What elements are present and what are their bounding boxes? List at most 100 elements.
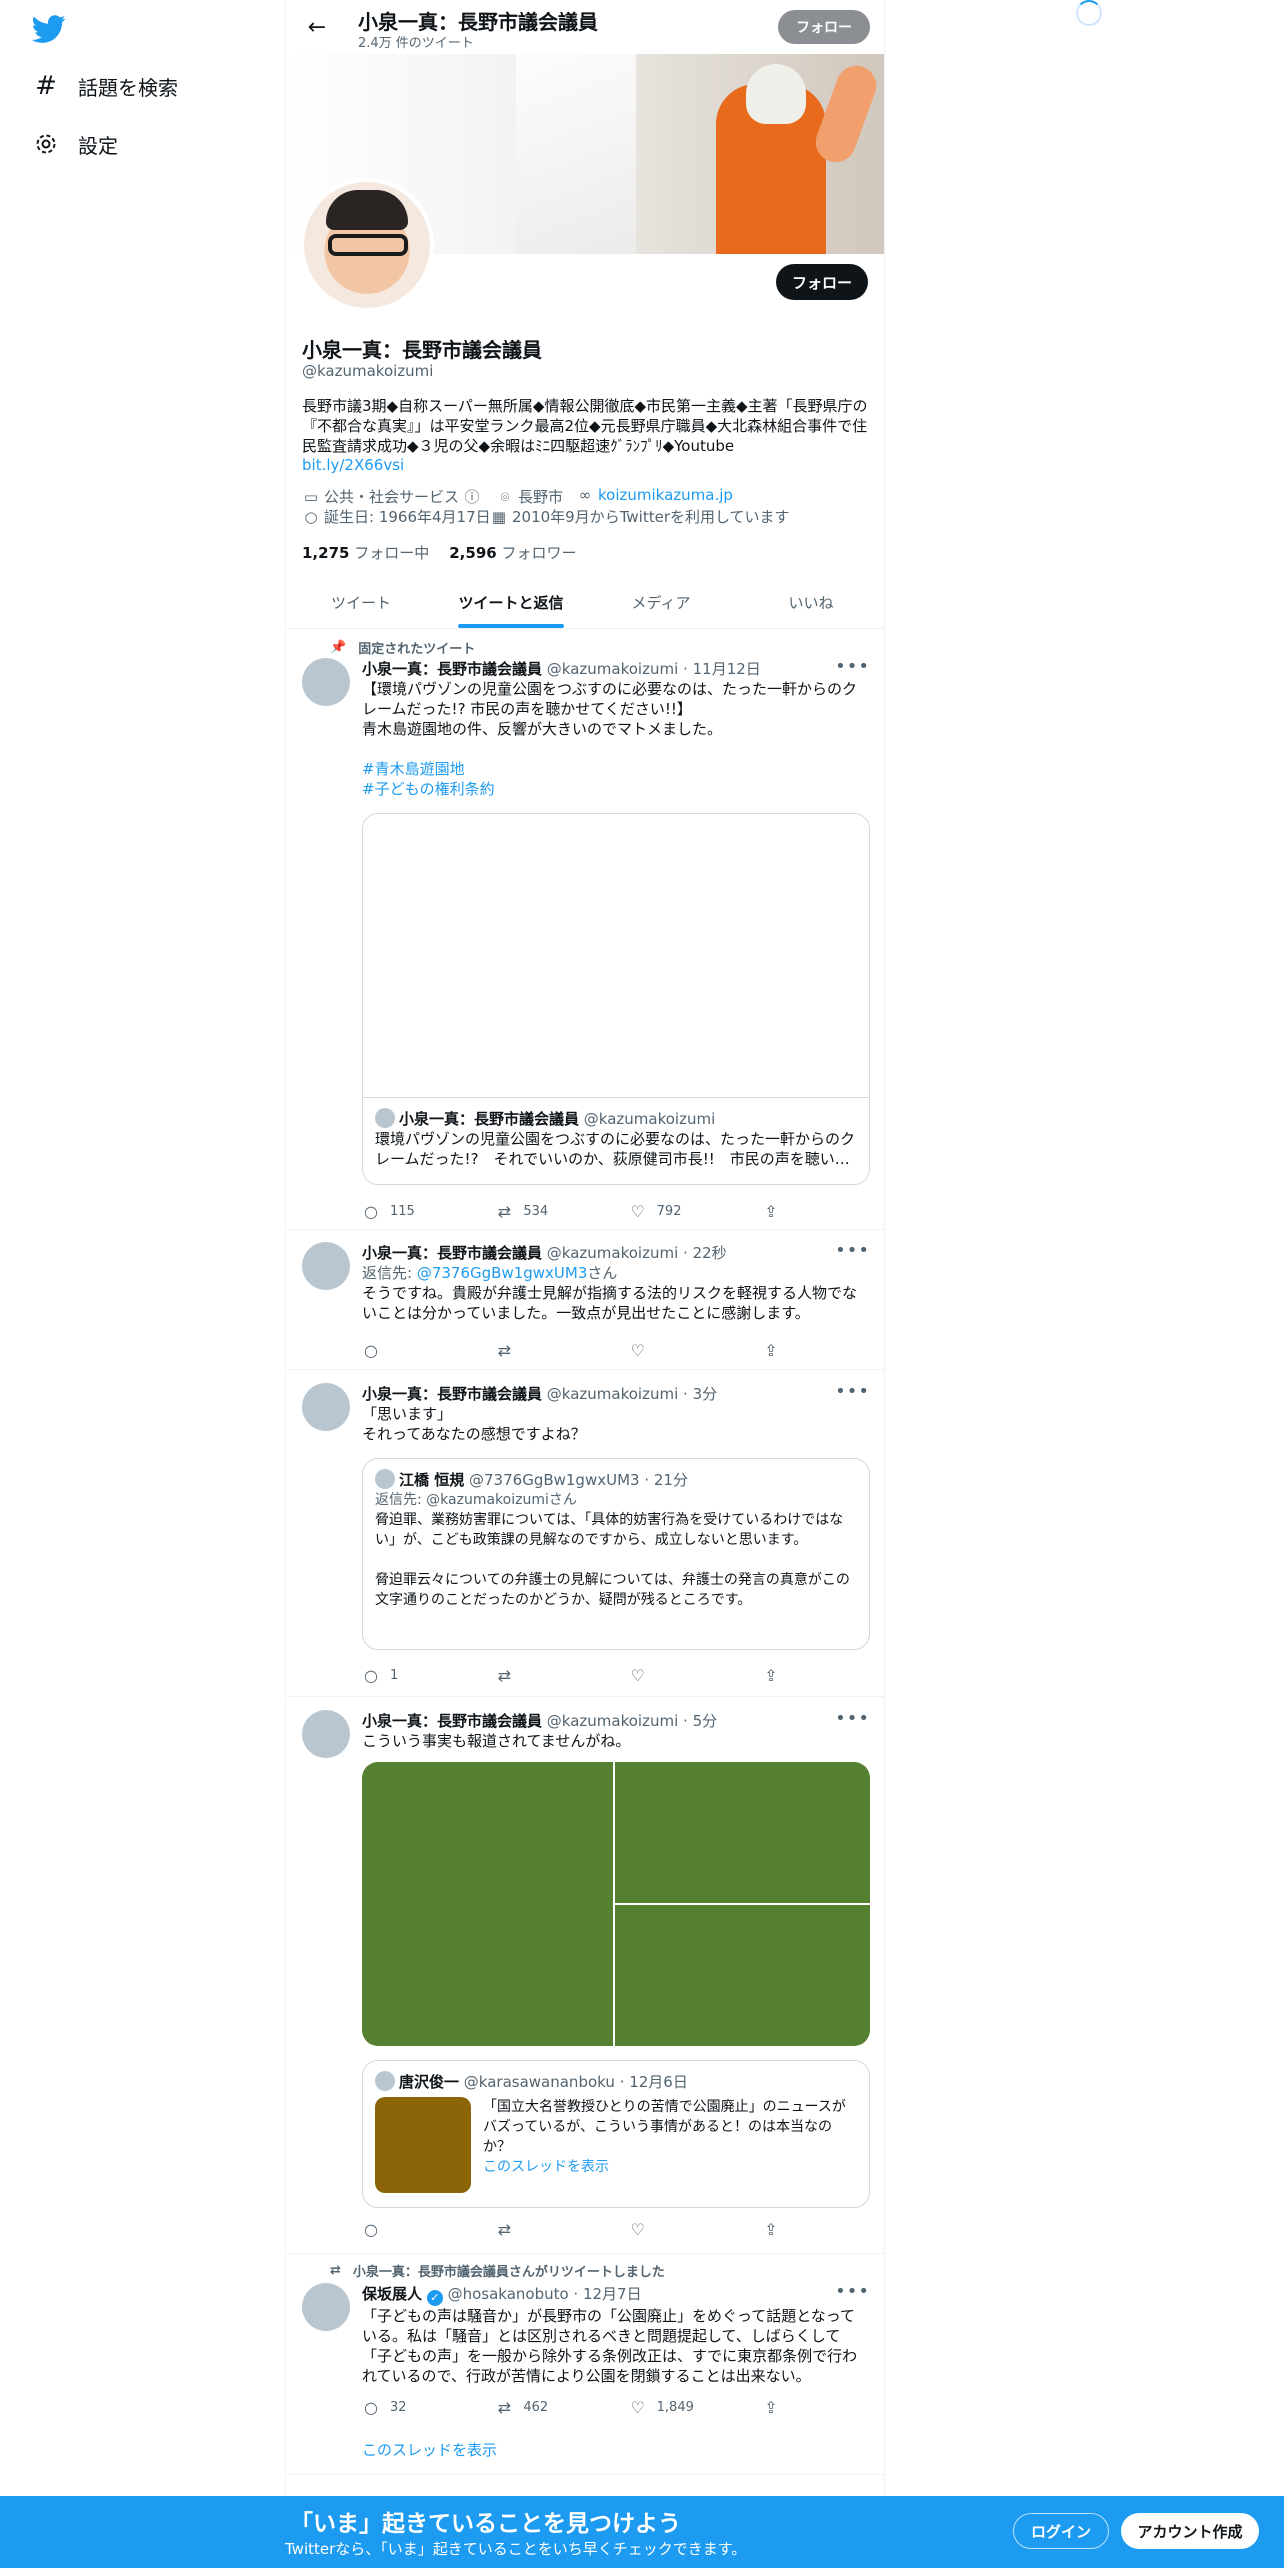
reply-to-link[interactable]: @7376GgBw1gwxUM3 (417, 1264, 588, 1282)
card-text: 環境パヴゾンの児童公園をつぶすのに必要なのは、たった一軒からのクレームだった!?… (375, 1130, 856, 1168)
reply-button[interactable]: ○ 1 (362, 1665, 462, 1685)
quoted-tweet[interactable]: 江橋 恒規 @7376GgBw1gwxUM3 · 21分 返信先: @kazum… (362, 1458, 870, 1650)
retweet-icon: ⇄ (497, 1340, 512, 1360)
heart-icon: ♡ (630, 1340, 645, 1360)
share-button[interactable]: ⇪ (762, 2397, 782, 2417)
media-image[interactable] (615, 1762, 870, 1903)
retweet-icon: ⇄ (497, 2397, 512, 2417)
followers-link[interactable]: 2,596 フォロワー (449, 542, 576, 563)
media-image[interactable] (362, 1762, 613, 2046)
tab-likes[interactable]: いいね (736, 576, 884, 628)
link-card[interactable]: 小泉一真：長野市議会議員 @kazumakoizumi 環境パヴゾンの児童公園を… (362, 813, 870, 1185)
tweet-pinned[interactable]: 📌 固定されたツイート ••• 小泉一真：長野市議会議員 @kazumakoiz… (286, 630, 884, 1230)
back-arrow-icon[interactable]: ← (302, 12, 332, 42)
retweet-button[interactable]: ⇄ 534 (495, 1201, 595, 1221)
tweet-time[interactable]: 3分 (693, 1385, 718, 1403)
sidebar-item-label: 設定 (78, 133, 118, 158)
reply-icon: ○ (364, 2219, 378, 2239)
twitter-logo-icon[interactable] (31, 12, 68, 48)
reply-button[interactable]: ○ (362, 2219, 462, 2239)
banner-title: 「いま」起きていることを見つけよう (290, 2511, 681, 2537)
like-button[interactable]: ♡ (629, 1665, 729, 1685)
share-button[interactable]: ⇪ (762, 2219, 782, 2239)
tweet-actions: ○ 115 ⇄ 534 ♡ 792 ⇪ (362, 1201, 782, 1221)
avatar (375, 2071, 395, 2091)
tab-tweets-replies[interactable]: ツイートと返信 (436, 576, 586, 628)
avatar[interactable] (302, 2283, 350, 2331)
profile-handle: @kazumakoizumi (302, 362, 434, 380)
retweet-button[interactable]: ⇄ (495, 1340, 595, 1360)
profile-location: ⌾ 長野市 (496, 486, 563, 507)
tweet-quote[interactable]: ••• 小泉一真：長野市議会議員 @kazumakoizumi · 3分 「思い… (286, 1371, 884, 1697)
reply-to: 返信先: @7376GgBw1gwxUM3さん (362, 1264, 618, 1282)
author-name[interactable]: 小泉一真：長野市議会議員 (362, 1244, 542, 1262)
heart-icon: ♡ (630, 1665, 645, 1685)
like-button[interactable]: ♡ (629, 1340, 729, 1360)
card-image (363, 814, 869, 1098)
retweet-icon: ⇄ (497, 2219, 512, 2239)
avatar[interactable] (302, 1710, 350, 1758)
location-text: 長野市 (518, 488, 564, 506)
profile-column: ← 小泉一真：長野市議会議員 2.4万 件のツイート フォロー フォロー 小泉一… (285, 0, 885, 2500)
retweet-button[interactable]: ⇄ (495, 2219, 595, 2239)
reply-button[interactable]: ○ 115 (362, 1201, 462, 1221)
quoted-tweet[interactable]: 唐沢俊一 @karasawananboku · 12月6日 「国立大名誉教授ひと… (362, 2060, 870, 2208)
share-button[interactable]: ⇪ (762, 1340, 782, 1360)
info-icon[interactable]: ⓘ (463, 488, 481, 506)
tab-tweets[interactable]: ツイート (286, 576, 436, 628)
tweet-header: 小泉一真：長野市議会議員 @kazumakoizumi · 3分 (362, 1385, 718, 1403)
reply-button[interactable]: ○ (362, 1340, 462, 1360)
tweet-media[interactable]: ••• 小泉一真：長野市議会議員 @kazumakoizumi · 5分 こうい… (286, 1698, 884, 2254)
banner-subtitle: Twitterなら、「いま」起きていることをいち早くチェックできます。 (285, 2540, 747, 2558)
signup-button[interactable]: アカウント作成 (1121, 2513, 1259, 2549)
sidebar-item-settings[interactable]: 設定 (32, 122, 118, 166)
bio-link[interactable]: bit.ly/2X66vsi (302, 456, 404, 474)
sidebar-item-explore[interactable]: # 話題を検索 (32, 64, 178, 108)
tweet-actions: ○ 1 ⇄ ♡ ⇪ (362, 1665, 782, 1685)
heart-icon: ♡ (630, 1201, 645, 1221)
profile-website[interactable]: ∞ koizumikazuma.jp (576, 486, 733, 504)
retweet-button[interactable]: ⇄ 462 (495, 2397, 595, 2417)
profile-birthday: ○ 誕生日: 1966年4月17日 (302, 506, 490, 527)
tweet-time[interactable]: 11月12日 (693, 660, 761, 678)
website-link[interactable]: koizumikazuma.jp (598, 486, 733, 504)
tab-media[interactable]: メディア (586, 576, 736, 628)
profile-category: ▭ 公共・社会サービス ⓘ (302, 486, 485, 507)
like-button[interactable]: ♡ 1,849 (629, 2397, 729, 2417)
hashtag-link[interactable]: #青木島遊園地 (362, 759, 870, 779)
author-name[interactable]: 小泉一真：長野市議会議員 (362, 1712, 542, 1730)
show-thread-link[interactable]: このスレッドを表示 (362, 2440, 497, 2460)
show-thread-link[interactable]: このスレッドを表示 (483, 2157, 857, 2177)
retweet-icon: ⇄ (497, 1665, 512, 1685)
quote-text: 脅迫罪、業務妨害罪については、「具体的妨害行為を受けているわけではない」が、こど… (375, 1512, 850, 1608)
tweet-time[interactable]: 5分 (693, 1712, 718, 1730)
share-button[interactable]: ⇪ (762, 1665, 782, 1685)
avatar[interactable] (302, 1242, 350, 1290)
author-handle[interactable]: @kazumakoizumi (547, 660, 678, 678)
author-name[interactable]: 小泉一真：長野市議会議員 (362, 660, 542, 678)
profile-avatar[interactable] (300, 178, 434, 312)
header-follow-button[interactable]: フォロー (778, 10, 870, 44)
login-button[interactable]: ログイン (1013, 2513, 1109, 2549)
like-button[interactable]: ♡ 792 (629, 1201, 729, 1221)
avatar[interactable] (302, 1383, 350, 1431)
tweet-text: こういう事実も報道されてませんがね。 (362, 1732, 631, 1750)
share-button[interactable]: ⇪ (762, 1201, 782, 1221)
tweet-retweet[interactable]: ⇄ 小泉一真：長野市議会議員さんがリツイートしました ••• 保坂展人 ✓ @h… (286, 2255, 884, 2475)
reply-button[interactable]: ○ 32 (362, 2397, 462, 2417)
joined-text: 2010年9月からTwitterを利用しています (512, 508, 790, 526)
tweet-reply[interactable]: ••• 小泉一真：長野市議会議員 @kazumakoizumi · 22秒 返信… (286, 1230, 884, 1370)
tweet-time[interactable]: 22秒 (693, 1244, 727, 1262)
author-name[interactable]: 小泉一真：長野市議会議員 (362, 1385, 542, 1403)
quote-reply-to: 返信先: @kazumakoizumiさん (375, 1492, 577, 1508)
retweet-icon: ⇄ (497, 1201, 512, 1221)
retweet-button[interactable]: ⇄ (495, 1665, 595, 1685)
media-image[interactable] (615, 1905, 870, 2046)
avatar[interactable] (302, 658, 350, 706)
hashtag-link[interactable]: #子どもの権利条約 (362, 779, 870, 799)
following-link[interactable]: 1,275 フォロー中 (302, 542, 429, 563)
follow-button[interactable]: フォロー (776, 264, 868, 300)
tweet-time[interactable]: 12月7日 (583, 2285, 642, 2303)
like-button[interactable]: ♡ (629, 2219, 729, 2239)
author-name[interactable]: 保坂展人 (362, 2285, 422, 2303)
